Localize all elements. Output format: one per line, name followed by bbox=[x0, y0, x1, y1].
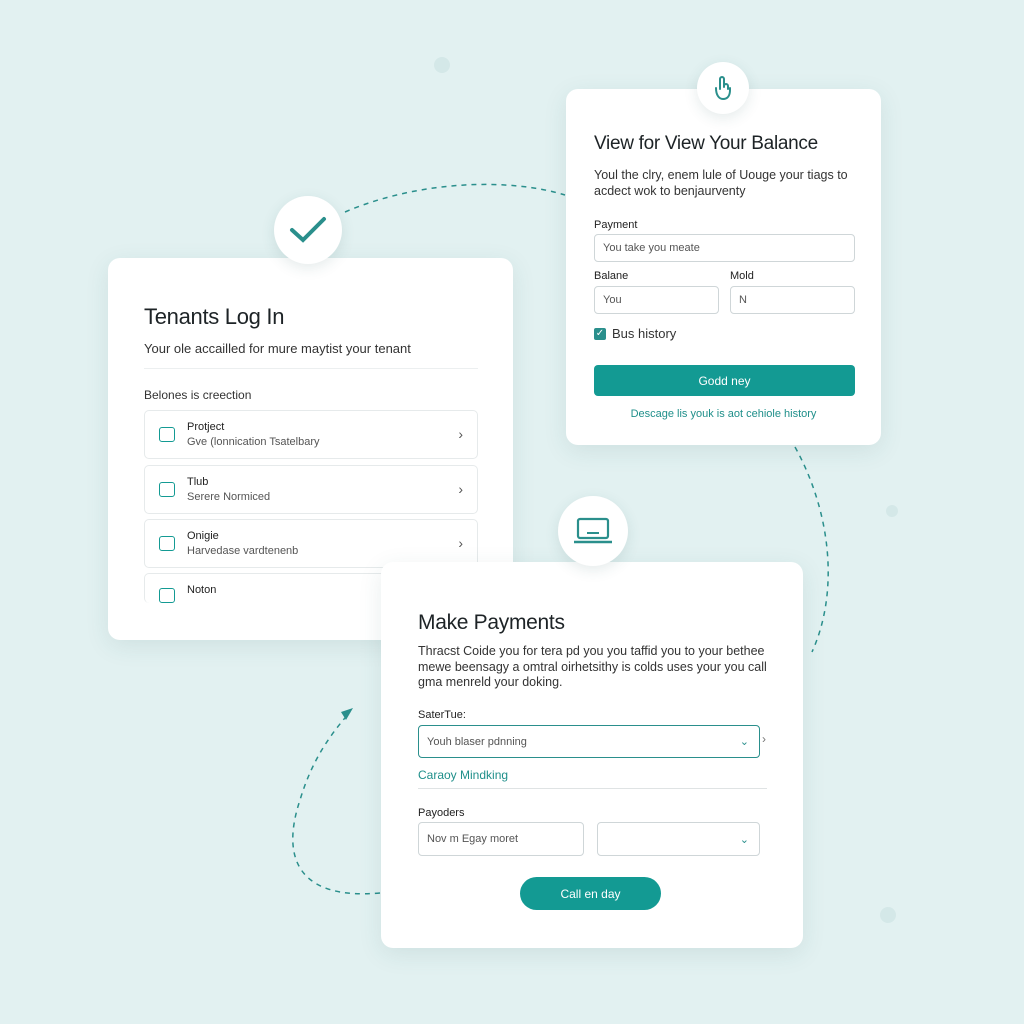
chevron-right-icon: › bbox=[458, 481, 463, 497]
pay-button[interactable]: Call en day bbox=[520, 877, 661, 910]
section-label: Belones is creection bbox=[144, 388, 252, 402]
list-icon bbox=[159, 482, 175, 497]
mold-input[interactable]: N bbox=[730, 286, 855, 314]
login-subtitle: Your ole accailled for mure maytist your… bbox=[144, 341, 411, 356]
manage-link[interactable]: Caraoy Mindking bbox=[418, 768, 508, 782]
item-title: Tlub bbox=[187, 476, 209, 488]
balance-submit-button[interactable]: Godd ney bbox=[594, 365, 855, 396]
login-title: Tenants Log In bbox=[144, 304, 285, 329]
check-icon bbox=[290, 217, 326, 243]
list-item[interactable]: Tlub Serere Normiced › bbox=[144, 465, 478, 514]
note-icon bbox=[159, 588, 175, 603]
mold-label: Mold bbox=[730, 270, 754, 282]
balance-title: View for View Your Balance bbox=[594, 133, 818, 154]
list-item[interactable]: Protject Gve (lonnication Tsatelbary › bbox=[144, 410, 478, 459]
payoders-label: Payoders bbox=[418, 807, 465, 819]
laptop-icon bbox=[574, 517, 612, 544]
select-value: Youh blaser pdnning bbox=[427, 735, 527, 748]
chevron-right-icon: › bbox=[458, 426, 463, 442]
check-badge bbox=[274, 196, 342, 264]
history-checkbox[interactable]: ✓ bbox=[594, 328, 606, 340]
card-icon bbox=[159, 536, 175, 551]
chevron-right-icon: › bbox=[458, 535, 463, 551]
item-subtitle: Harvedase vardtenenb bbox=[187, 545, 299, 557]
select-label: SaterTue: bbox=[418, 709, 466, 721]
payment-type-select[interactable]: Youh blaser pdnning ⌄ bbox=[418, 725, 760, 758]
payment-label: Payment bbox=[594, 219, 638, 231]
payments-description: Thracst Coide you for tera pd you you ta… bbox=[418, 644, 767, 689]
make-payments-card: Make Payments Thracst Coide you for tera… bbox=[381, 562, 803, 948]
chevron-down-icon: ⌄ bbox=[739, 833, 749, 846]
info-icon bbox=[159, 427, 175, 442]
hand-badge bbox=[697, 62, 749, 114]
divider bbox=[144, 368, 478, 369]
balance-description: Youl the clry, enem lule of Uouge your t… bbox=[594, 168, 848, 198]
hand-pointer-icon bbox=[715, 76, 731, 101]
balance-label: Balane bbox=[594, 270, 629, 282]
item-title: Noton bbox=[187, 584, 217, 596]
item-subtitle: Gve (lonnication Tsatelbary bbox=[187, 436, 320, 448]
laptop-badge bbox=[558, 496, 628, 566]
balance-input[interactable]: You bbox=[594, 286, 719, 314]
divider bbox=[418, 788, 767, 789]
chevron-right-icon: › bbox=[762, 732, 766, 746]
payments-title: Make Payments bbox=[418, 611, 565, 634]
payment-input[interactable]: You take you meate bbox=[594, 234, 855, 262]
item-subtitle: Serere Normiced bbox=[187, 491, 271, 503]
payoders-input[interactable]: Nov m Egay moret bbox=[418, 822, 584, 856]
chevron-down-icon: ⌄ bbox=[739, 736, 749, 748]
item-title: Onigie bbox=[187, 530, 219, 542]
history-link[interactable]: Descage lis youk is aot cehiole history bbox=[566, 408, 881, 420]
list-item[interactable]: Onigie Harvedase vardtenenb › bbox=[144, 519, 478, 568]
payoders-select[interactable]: ⌄ bbox=[597, 822, 760, 856]
checkbox-label: Bus history bbox=[612, 326, 677, 341]
item-title: Protject bbox=[187, 421, 225, 433]
view-balance-card: View for View Your Balance Youl the clry… bbox=[566, 89, 881, 445]
